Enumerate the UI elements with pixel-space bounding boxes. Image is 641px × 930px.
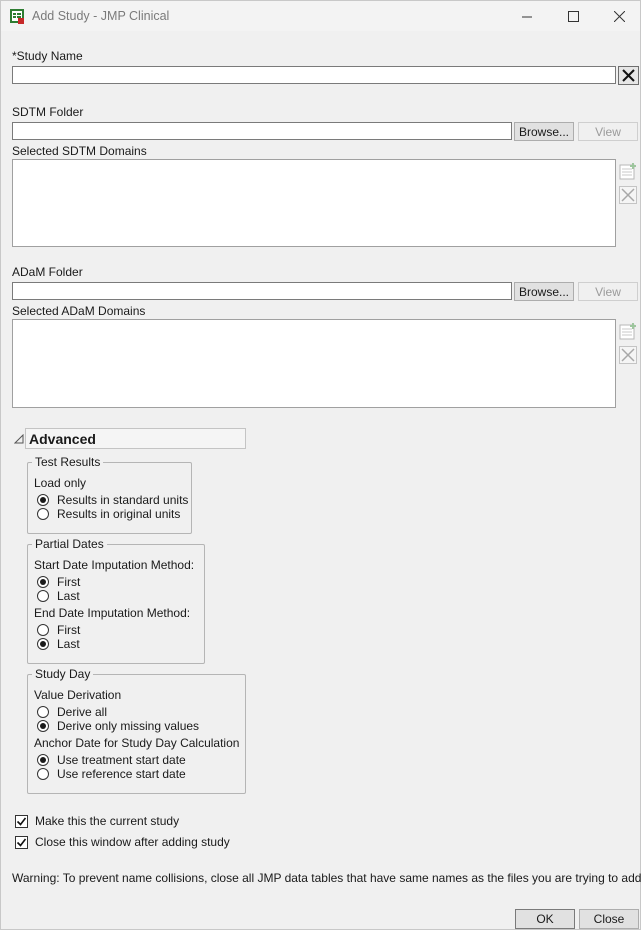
add-study-window: Add Study - JMP Clinical *Study Name SDT… (0, 0, 641, 930)
radio-label: Last (57, 589, 80, 603)
sdtm-folder-input[interactable] (12, 122, 512, 140)
radio-label: Derive only missing values (57, 719, 200, 733)
remove-sdtm-domain-icon[interactable] (618, 185, 638, 205)
checkbox-label: Make this the current study (35, 814, 180, 828)
radio-start-first[interactable]: First (37, 575, 80, 589)
add-adam-domain-icon[interactable] (618, 321, 638, 341)
start-date-method-label: Start Date Imputation Method: (34, 558, 195, 572)
radio-button (37, 720, 49, 732)
radio-button (37, 576, 49, 588)
radio-treatment-start[interactable]: Use treatment start date (37, 753, 186, 767)
sdtm-domains-list[interactable] (12, 159, 616, 247)
maximize-button[interactable] (550, 1, 596, 31)
end-date-method-label: End Date Imputation Method: (34, 606, 191, 620)
checkbox-label: Close this window after adding study (35, 835, 230, 849)
radio-button (37, 508, 49, 520)
adam-folder-label: ADaM Folder (12, 265, 83, 279)
disclosure-triangle-icon[interactable] (13, 433, 24, 447)
add-sdtm-domain-icon[interactable] (618, 161, 638, 181)
radio-derive-missing[interactable]: Derive only missing values (37, 719, 199, 733)
advanced-outline-header[interactable]: Advanced (25, 428, 246, 449)
radio-button (37, 638, 49, 650)
minimize-button[interactable] (504, 1, 550, 31)
make-current-study-checkbox[interactable]: Make this the current study (15, 814, 179, 828)
radio-label: First (57, 575, 81, 589)
checkbox-box (15, 835, 28, 849)
name-collision-warning: Warning: To prevent name collisions, clo… (12, 871, 641, 885)
radio-label: Results in original units (57, 507, 181, 521)
radio-derive-all[interactable]: Derive all (37, 705, 107, 719)
study-day-title: Study Day (32, 667, 94, 681)
radio-button (37, 494, 49, 506)
radio-label: Results in standard units (57, 493, 189, 507)
radio-end-first[interactable]: First (37, 623, 80, 637)
window-title: Add Study - JMP Clinical (32, 9, 170, 23)
study-name-input[interactable] (12, 66, 616, 84)
radio-button (37, 624, 49, 636)
study-name-label: *Study Name (12, 49, 83, 63)
radio-button (37, 706, 49, 718)
radio-label: Use treatment start date (57, 753, 186, 767)
close-icon (613, 10, 625, 22)
close-button[interactable]: Close (579, 909, 639, 929)
ok-button[interactable]: OK (515, 909, 575, 929)
clear-x-icon (622, 69, 635, 82)
checkmark-icon (16, 817, 27, 826)
checkmark-icon (16, 838, 27, 847)
radio-label: Derive all (57, 705, 108, 719)
radio-label: Last (57, 637, 80, 651)
value-derivation-label: Value Derivation (34, 688, 122, 702)
sdtm-view-button[interactable]: View (578, 122, 638, 141)
radio-start-last[interactable]: Last (37, 589, 80, 603)
radio-original-units[interactable]: Results in original units (37, 507, 180, 521)
close-window-after-checkbox[interactable]: Close this window after adding study (15, 835, 230, 849)
radio-button (37, 590, 49, 602)
remove-adam-domain-icon[interactable] (618, 345, 638, 365)
advanced-title: Advanced (29, 431, 96, 447)
clear-study-name-button[interactable] (618, 66, 639, 85)
radio-label: First (57, 623, 81, 637)
adam-folder-input[interactable] (12, 282, 512, 300)
radio-reference-start[interactable]: Use reference start date (37, 767, 186, 781)
adam-domains-label: Selected ADaM Domains (12, 304, 146, 318)
anchor-date-label: Anchor Date for Study Day Calculation (34, 736, 240, 750)
adam-domains-list[interactable] (12, 319, 616, 408)
sdtm-domains-label: Selected SDTM Domains (12, 144, 147, 158)
radio-button (37, 768, 49, 780)
close-window-button[interactable] (596, 1, 641, 31)
minimize-icon (521, 16, 532, 17)
partial-dates-title: Partial Dates (32, 537, 107, 551)
radio-standard-units[interactable]: Results in standard units (37, 493, 188, 507)
test-results-title: Test Results (32, 455, 104, 469)
radio-button (37, 754, 49, 766)
radio-label: Use reference start date (57, 767, 186, 781)
sdtm-folder-label: SDTM Folder (12, 105, 84, 119)
adam-browse-button[interactable]: Browse... (514, 282, 574, 301)
checkbox-box (15, 814, 28, 828)
radio-end-last[interactable]: Last (37, 637, 80, 651)
adam-view-button[interactable]: View (578, 282, 638, 301)
sdtm-browse-button[interactable]: Browse... (514, 122, 574, 141)
load-only-label: Load only (34, 476, 87, 490)
jmp-clinical-app-icon (9, 8, 25, 24)
maximize-icon (567, 10, 579, 22)
title-bar: Add Study - JMP Clinical (1, 1, 640, 31)
